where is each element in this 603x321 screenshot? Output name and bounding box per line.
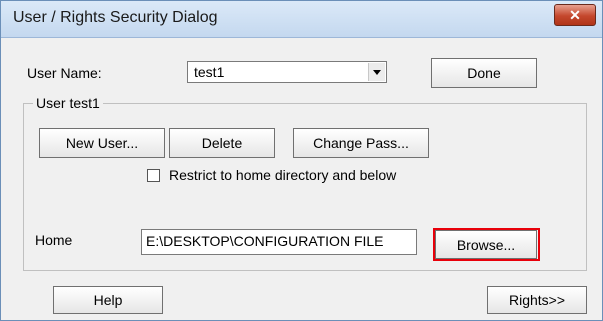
- title-bar[interactable]: User / Rights Security Dialog ✕: [1, 1, 602, 38]
- group-title: User test1: [33, 95, 103, 111]
- home-path-field[interactable]: E:\DESKTOP\CONFIGURATION FILE: [141, 229, 417, 255]
- user-name-select[interactable]: test1: [187, 61, 387, 83]
- done-button[interactable]: Done: [431, 58, 537, 88]
- new-user-button[interactable]: New User...: [39, 128, 165, 158]
- change-pass-button[interactable]: Change Pass...: [293, 128, 429, 158]
- user-name-value: test1: [194, 64, 225, 80]
- help-button[interactable]: Help: [53, 286, 163, 314]
- rights-button[interactable]: Rights>>: [487, 286, 587, 314]
- restrict-label: Restrict to home directory and below: [169, 167, 397, 183]
- chevron-down-icon[interactable]: [368, 63, 385, 81]
- browse-highlight-box: [433, 228, 540, 261]
- home-label: Home: [35, 232, 73, 248]
- close-button[interactable]: ✕: [554, 4, 596, 26]
- window-title: User / Rights Security Dialog: [13, 9, 218, 26]
- delete-button[interactable]: Delete: [169, 128, 275, 158]
- security-dialog-window: User / Rights Security Dialog ✕ User Nam…: [0, 0, 603, 321]
- close-icon: ✕: [569, 7, 581, 23]
- user-name-label: User Name:: [27, 65, 102, 81]
- restrict-checkbox[interactable]: [147, 169, 160, 182]
